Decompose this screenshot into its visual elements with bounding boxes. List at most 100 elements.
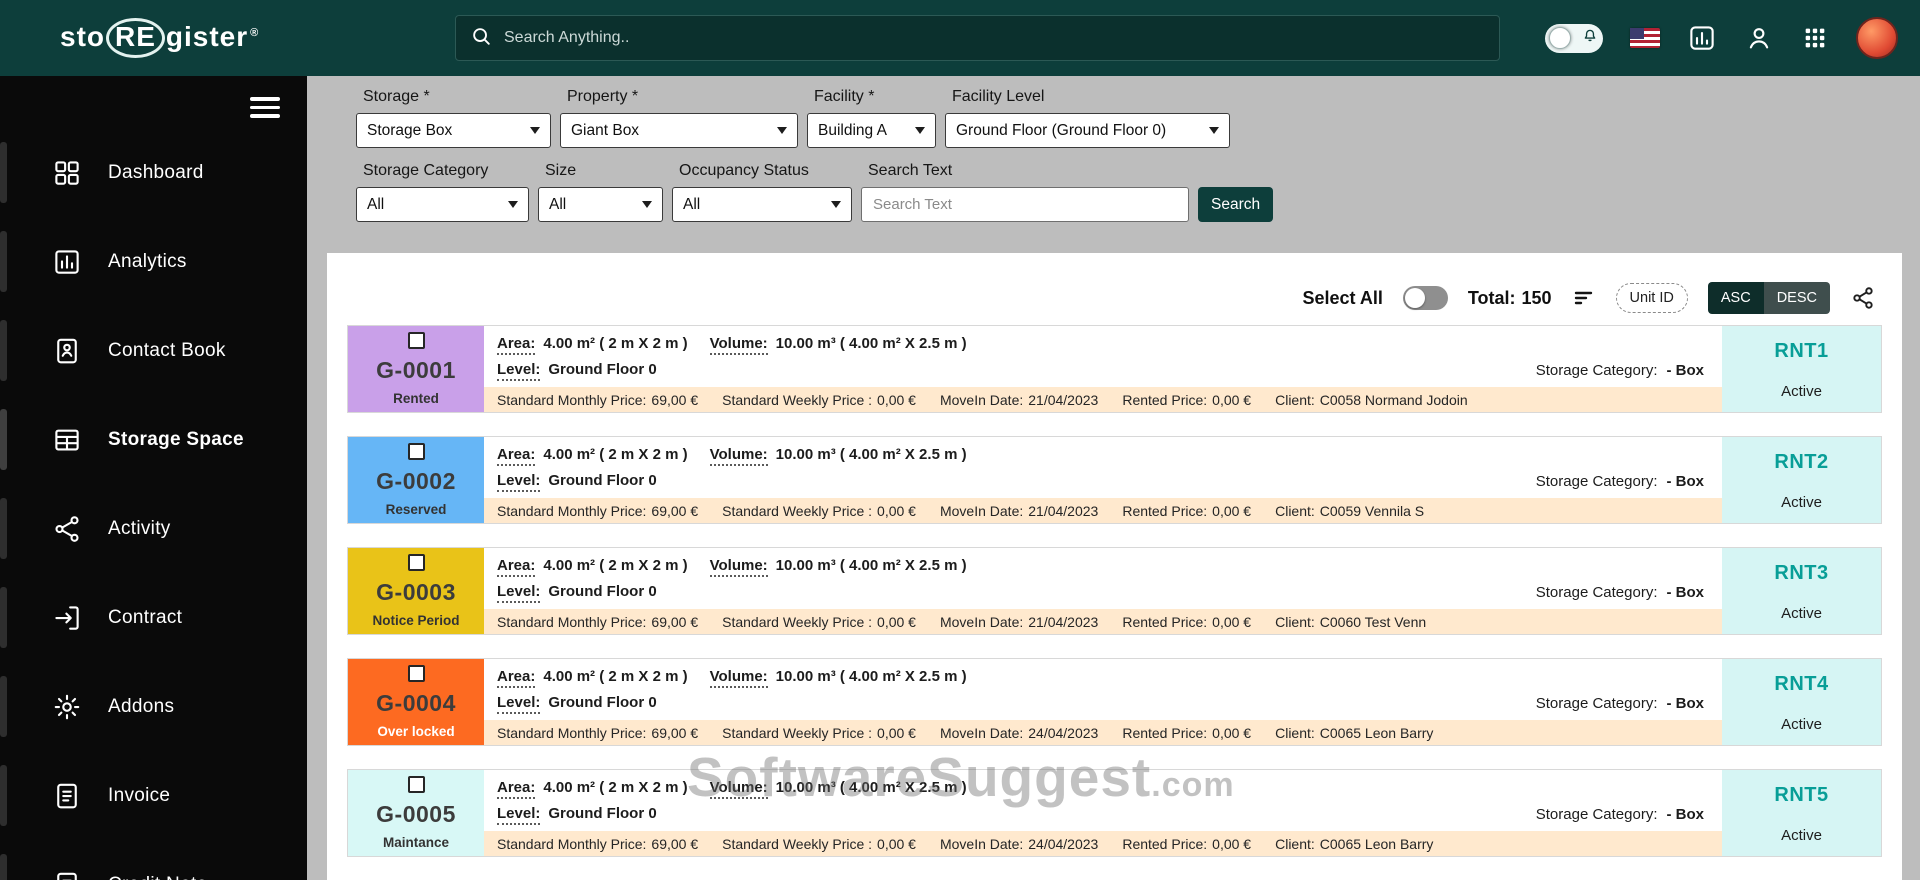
desc-button[interactable]: DESC	[1763, 282, 1830, 314]
unit-checkbox[interactable]	[407, 776, 425, 793]
select-all-toggle[interactable]	[1402, 286, 1448, 310]
us-flag-icon[interactable]	[1630, 28, 1660, 48]
filter-property-select[interactable]: Giant Box	[560, 113, 798, 148]
sidebar-item-addons[interactable]: Addons	[0, 662, 307, 751]
sidebar-item-dashboard[interactable]: Dashboard	[0, 128, 307, 217]
results-panel: Select All Total: 150 Unit ID ASC DESC G…	[327, 253, 1902, 880]
monthly-price-value: 69,00 €	[651, 613, 699, 630]
filter-facility-level-select[interactable]: Ground Floor (Ground Floor 0)	[945, 113, 1230, 148]
unit-rental-badge[interactable]: RNT4 Active	[1722, 659, 1881, 745]
monthly-price-value: 69,00 €	[651, 502, 699, 519]
invoice-icon	[52, 781, 82, 811]
logo-circled-re: RE	[106, 18, 165, 58]
movein-date-value: 21/04/2023	[1028, 391, 1099, 408]
unit-checkbox[interactable]	[407, 554, 425, 571]
unit-rental-badge[interactable]: RNT3 Active	[1722, 548, 1881, 634]
filter-facility-select[interactable]: Building A	[807, 113, 936, 148]
level-label: Level:	[497, 694, 541, 714]
unit-id-block[interactable]: G-0005 Maintance	[348, 770, 484, 856]
sidebar-item-invoice[interactable]: Invoice	[0, 751, 307, 840]
storage-unit-row: G-0004 Over locked Area: 4.00 m² ( 2 m X…	[347, 658, 1882, 746]
rented-price-label: Rented Price:	[1122, 502, 1208, 519]
search-button[interactable]: Search	[1198, 187, 1274, 222]
monthly-price-label: Standard Monthly Price:	[497, 502, 647, 519]
client-value: C0059 Vennila S	[1319, 502, 1425, 519]
sort-icon[interactable]	[1572, 286, 1596, 310]
unit-checkbox[interactable]	[407, 665, 425, 682]
unit-occupancy-status: Notice Period	[372, 613, 460, 628]
rented-price-value: 0,00 €	[1212, 835, 1252, 852]
unit-rental-badge[interactable]: RNT5 Active	[1722, 770, 1881, 856]
sidebar-item-activity[interactable]: Activity	[0, 484, 307, 573]
weekly-price-label: Standard Weekly Price :	[722, 835, 873, 852]
rental-status: Active	[1781, 827, 1822, 844]
weekly-price-label: Standard Weekly Price :	[722, 502, 873, 519]
filter-storage-category-select[interactable]: All	[356, 187, 529, 222]
total-count: Total: 150	[1468, 288, 1552, 309]
level-value: Ground Floor 0	[548, 472, 657, 489]
filter-size-value: All	[549, 195, 567, 213]
area-value: 4.00 m² ( 2 m X 2 m )	[543, 557, 688, 574]
apps-grid-icon[interactable]	[1801, 24, 1829, 52]
unit-id-block[interactable]: G-0002 Reserved	[348, 437, 484, 523]
share-icon[interactable]	[1850, 285, 1876, 311]
chevron-down-icon	[777, 127, 787, 134]
weekly-price-label: Standard Weekly Price :	[722, 613, 873, 630]
sidebar-item-storage-space[interactable]: Storage Space	[0, 395, 307, 484]
rental-status: Active	[1781, 605, 1822, 622]
main-content: Storage * Storage Box Property * Giant B…	[307, 76, 1920, 880]
hamburger-menu-icon[interactable]	[250, 92, 280, 123]
weekly-price-value: 0,00 €	[877, 724, 916, 741]
theme-notification-toggle[interactable]	[1545, 23, 1603, 53]
unit-id-block[interactable]: G-0004 Over locked	[348, 659, 484, 745]
unit-checkbox[interactable]	[407, 443, 425, 460]
detail-line-1: Area: 4.00 m² ( 2 m X 2 m ) Volume: 10.0…	[497, 668, 1722, 688]
user-icon[interactable]	[1744, 23, 1774, 53]
filter-storage-select[interactable]: Storage Box	[356, 113, 551, 148]
unit-occupancy-status: Maintance	[382, 835, 450, 850]
storage-category: Storage Category: - Box	[1536, 584, 1704, 601]
bar-chart-icon[interactable]	[1687, 23, 1717, 53]
unit-id-sort-pill[interactable]: Unit ID	[1615, 283, 1688, 313]
global-search[interactable]	[455, 15, 1500, 61]
search-text-input[interactable]	[861, 187, 1189, 222]
monthly-price-label: Standard Monthly Price:	[497, 724, 647, 741]
storage-unit-list: G-0001 Rented Area: 4.00 m² ( 2 m X 2 m …	[327, 319, 1902, 857]
unit-occupancy-status: Reserved	[385, 502, 447, 517]
rented-price: Rented Price: 0,00 €	[1122, 614, 1251, 630]
sidebar-item-label: Analytics	[108, 250, 187, 272]
asc-button[interactable]: ASC	[1707, 282, 1764, 314]
weekly-price: Standard Weekly Price : 0,00 €	[722, 392, 916, 408]
client-label: Client:	[1275, 502, 1315, 519]
client-value: C0065 Leon Barry	[1319, 835, 1434, 852]
unit-rental-badge[interactable]: RNT1 Active	[1722, 326, 1881, 412]
unit-checkbox[interactable]	[407, 332, 425, 349]
unit-id-block[interactable]: G-0001 Rented	[348, 326, 484, 412]
sidebar-item-analytics[interactable]: Analytics	[0, 217, 307, 306]
app-logo[interactable]: sto RE gister ®	[60, 18, 259, 58]
filter-facility-value: Building A	[818, 121, 887, 139]
movein-date-label: MoveIn Date:	[939, 391, 1024, 408]
user-avatar[interactable]	[1856, 17, 1898, 59]
monthly-price: Standard Monthly Price: 69,00 €	[497, 836, 698, 852]
area-label: Area:	[497, 335, 536, 355]
sidebar-item-credit-note[interactable]: Credit Note	[0, 840, 307, 880]
filter-row-1: Storage * Storage Box Property * Giant B…	[356, 88, 1920, 148]
unit-id-block[interactable]: G-0003 Notice Period	[348, 548, 484, 634]
monthly-price: Standard Monthly Price: 69,00 €	[497, 614, 698, 630]
rental-status: Active	[1781, 716, 1822, 733]
unit-pricing-strip: Standard Monthly Price: 69,00 € Standard…	[484, 831, 1722, 856]
filter-size-select[interactable]: All	[538, 187, 663, 222]
level-label: Level:	[497, 472, 541, 492]
chevron-down-icon	[1209, 127, 1219, 134]
global-search-input[interactable]	[504, 29, 1485, 47]
unit-rental-badge[interactable]: RNT2 Active	[1722, 437, 1881, 523]
sidebar-item-contract[interactable]: Contract	[0, 573, 307, 662]
sidebar-item-contact-book[interactable]: Contact Book	[0, 306, 307, 395]
filter-occupancy-status-select[interactable]: All	[672, 187, 852, 222]
chevron-down-icon	[915, 127, 925, 134]
filter-occupancy-status: Occupancy Status All	[672, 162, 852, 222]
movein-date-value: 21/04/2023	[1028, 613, 1099, 630]
movein-date-label: MoveIn Date:	[939, 835, 1024, 852]
rented-price: Rented Price: 0,00 €	[1122, 392, 1251, 408]
